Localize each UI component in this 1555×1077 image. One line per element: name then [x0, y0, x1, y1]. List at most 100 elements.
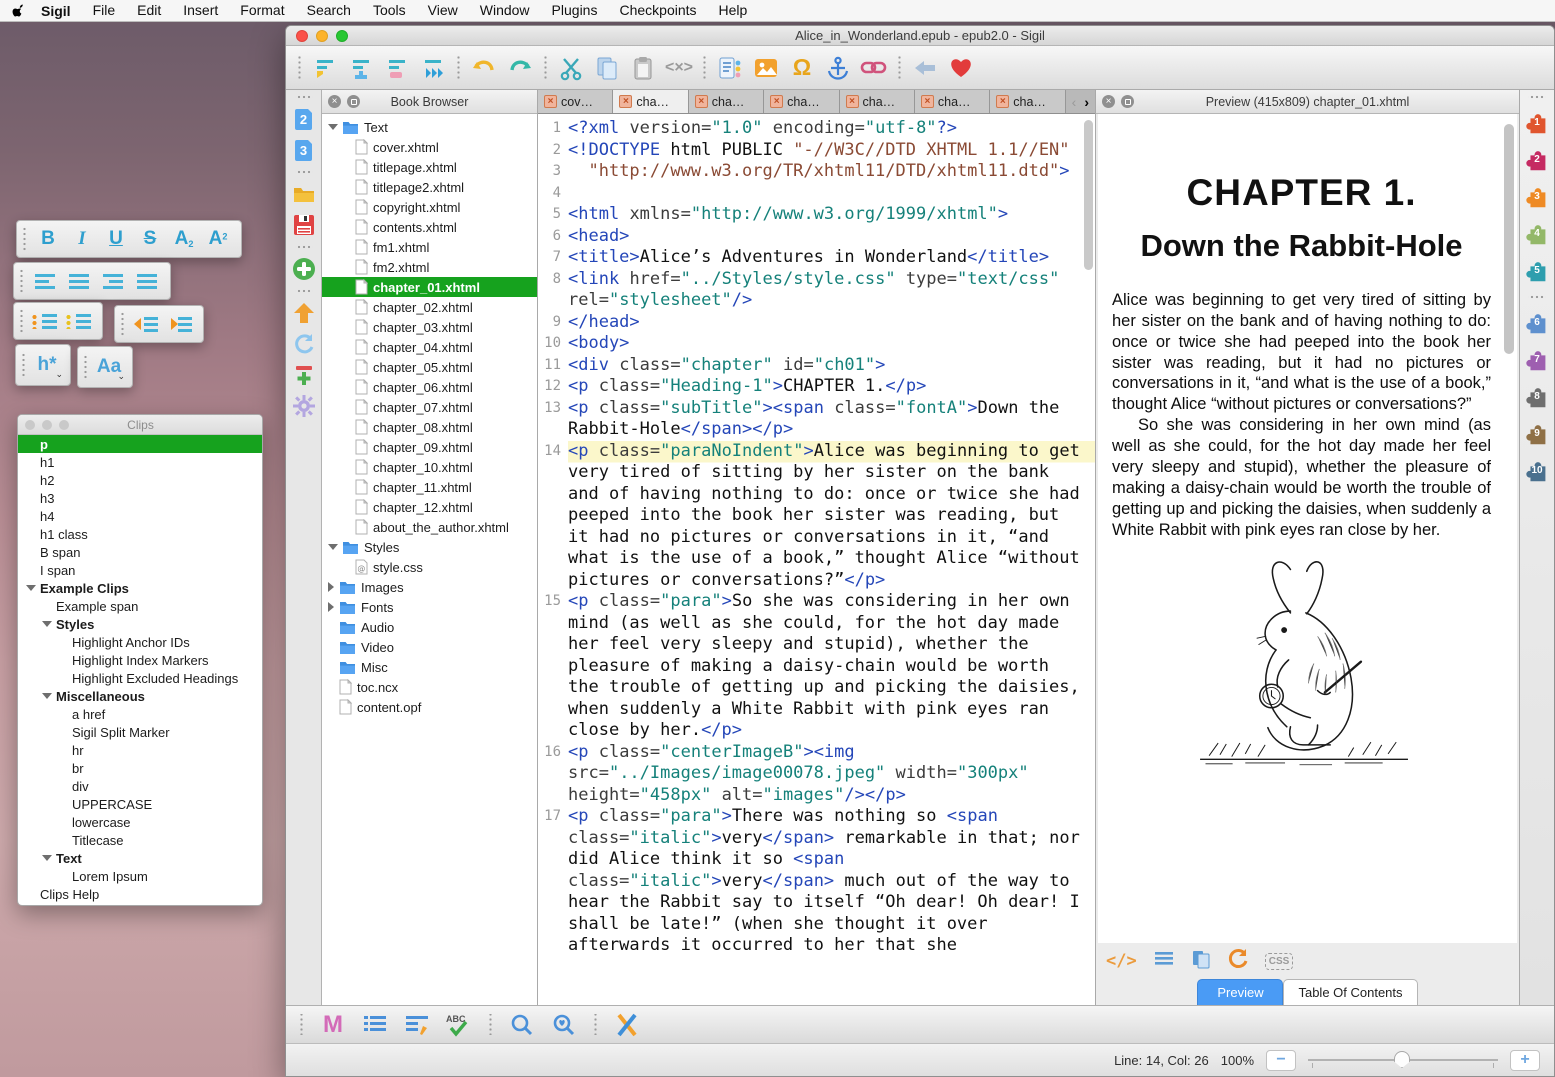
menu-item-file[interactable]: File: [93, 2, 116, 18]
code-text[interactable]: <p class="paraNoIndent">Alice was beginn…: [568, 441, 1095, 592]
drag-handle-icon[interactable]: [18, 269, 25, 293]
tab-scroll-left-icon[interactable]: ‹: [1072, 94, 1077, 110]
editor-tab-6[interactable]: ×cha…: [990, 90, 1065, 113]
clip-item-lorem-ipsum[interactable]: Lorem Ipsum: [18, 867, 262, 885]
code-line-6[interactable]: 6<head>: [538, 226, 1095, 248]
tree-item-styles[interactable]: Styles: [322, 537, 537, 557]
code-text[interactable]: <p class="para">So she was considering i…: [568, 591, 1095, 742]
menu-item-edit[interactable]: Edit: [137, 2, 161, 18]
preview-content[interactable]: CHAPTER 1. Down the Rabbit-Hole Alice wa…: [1098, 114, 1517, 943]
close-panel-icon[interactable]: ×: [328, 95, 341, 108]
tree-item-images[interactable]: Images: [322, 577, 537, 597]
code-text[interactable]: <body>: [568, 333, 1095, 355]
code-line-13[interactable]: 13<p class="subTitle"><span class="fontA…: [538, 398, 1095, 441]
zoom-slider[interactable]: [1308, 1050, 1498, 1070]
donate-heart-icon[interactable]: [945, 52, 977, 84]
clip-item-example-clips[interactable]: Example Clips: [18, 579, 262, 597]
collapse-arrow-icon[interactable]: [328, 602, 334, 612]
toc-list-icon[interactable]: [1153, 950, 1175, 973]
preview-tab-preview[interactable]: Preview: [1197, 979, 1283, 1005]
plugin-2-icon[interactable]: 2: [1523, 146, 1551, 174]
clip-item-example-span[interactable]: Example span: [18, 597, 262, 615]
special-character-icon[interactable]: Ω: [786, 52, 818, 84]
outdent-button[interactable]: [129, 309, 163, 339]
tree-item-chapter-07-xhtml[interactable]: chapter_07.xhtml: [322, 397, 537, 417]
preview-tab-table-of-contents[interactable]: Table Of Contents: [1283, 979, 1417, 1005]
spellcheck-icon[interactable]: ABC: [443, 1009, 475, 1041]
zoom-in-button[interactable]: +: [1510, 1050, 1540, 1071]
clip-item-clips-help[interactable]: Clips Help: [18, 885, 262, 903]
clip-item-p[interactable]: p: [18, 435, 262, 453]
editor-tab-0[interactable]: ×cov…: [538, 90, 613, 113]
split-section-before-icon[interactable]: [309, 52, 341, 84]
tree-item-chapter-08-xhtml[interactable]: chapter_08.xhtml: [322, 417, 537, 437]
tree-item-content-opf[interactable]: content.opf: [322, 697, 537, 717]
css-file-icon[interactable]: CSS: [1265, 953, 1294, 970]
align-center-button[interactable]: [62, 266, 96, 296]
preview-horizontal-scrollbar[interactable]: [1102, 879, 1497, 887]
plugin-5-icon[interactable]: 5: [1523, 257, 1551, 285]
menu-item-tools[interactable]: Tools: [373, 2, 406, 18]
superscript-button[interactable]: A2: [201, 224, 235, 254]
clip-item-h1-class[interactable]: h1 class: [18, 525, 262, 543]
drag-handle-icon[interactable]: [82, 353, 89, 381]
italic-button[interactable]: I: [65, 224, 99, 254]
editor-vertical-scrollbar[interactable]: [1084, 120, 1093, 270]
find-icon[interactable]: [506, 1009, 538, 1041]
bold-button[interactable]: B: [31, 224, 65, 254]
zoom-icon[interactable]: [59, 420, 69, 430]
menu-item-help[interactable]: Help: [719, 2, 748, 18]
heading-menu-button[interactable]: h*⌄: [30, 350, 64, 380]
expand-arrow-icon[interactable]: [42, 693, 52, 699]
drag-handle-icon[interactable]: [18, 309, 25, 333]
clip-item-styles[interactable]: Styles: [18, 615, 262, 633]
split-at-cursor-icon[interactable]: [291, 363, 317, 387]
subscript-button[interactable]: A2: [167, 224, 201, 254]
code-text[interactable]: </head>: [568, 312, 1095, 334]
insert-section-icon[interactable]: [345, 52, 377, 84]
split-at-markers-icon[interactable]: [417, 52, 449, 84]
window-title-bar[interactable]: Alice_in_Wonderland.epub - epub2.0 - Sig…: [286, 26, 1554, 46]
clip-item-titlecase[interactable]: Titlecase: [18, 831, 262, 849]
code-line-7[interactable]: 7<title>Alice’s Adventures in Wonderland…: [538, 247, 1095, 269]
refresh-icon[interactable]: [1227, 948, 1249, 975]
tree-item-text[interactable]: Text: [322, 117, 537, 137]
tree-item-chapter-06-xhtml[interactable]: chapter_06.xhtml: [322, 377, 537, 397]
code-text[interactable]: <p class="centerImageB"><img src="../Ima…: [568, 742, 1095, 807]
code-text[interactable]: "http://www.w3.org/TR/xhtml11/DTD/xhtml1…: [568, 161, 1095, 183]
underline-button[interactable]: U: [99, 224, 133, 254]
paste-icon[interactable]: [627, 52, 659, 84]
find-replace-icon[interactable]: [548, 1009, 580, 1041]
code-text[interactable]: <?xml version="1.0" encoding="utf-8"?>: [568, 118, 1095, 140]
numbered-list-button[interactable]: [62, 306, 96, 336]
align-left-button[interactable]: [28, 266, 62, 296]
code-line-2[interactable]: 2<!DOCTYPE html PUBLIC "-//W3C//DTD XHTM…: [538, 140, 1095, 162]
editor-tab-2[interactable]: ×cha…: [689, 90, 764, 113]
tree-item-chapter-05-xhtml[interactable]: chapter_05.xhtml: [322, 357, 537, 377]
link-icon[interactable]: [858, 52, 890, 84]
plugin-7-icon[interactable]: 7: [1523, 346, 1551, 374]
code-text[interactable]: <div class="chapter" id="ch01">: [568, 355, 1095, 377]
menu-item-window[interactable]: Window: [480, 2, 530, 18]
anchor-icon[interactable]: [822, 52, 854, 84]
plugin-8-icon[interactable]: 8: [1523, 383, 1551, 411]
clip-item-miscellaneous[interactable]: Miscellaneous: [18, 687, 262, 705]
menu-item-format[interactable]: Format: [240, 2, 284, 18]
tree-item-titlepage2-xhtml[interactable]: titlepage2.xhtml: [322, 177, 537, 197]
redo-icon[interactable]: [504, 52, 536, 84]
code-line-16[interactable]: 16<p class="centerImageB"><img src="../I…: [538, 742, 1095, 807]
clip-item-h3[interactable]: h3: [18, 489, 262, 507]
code-text[interactable]: <title>Alice’s Adventures in Wonderland<…: [568, 247, 1095, 269]
menu-item-insert[interactable]: Insert: [183, 2, 218, 18]
copy-document-icon[interactable]: [1191, 949, 1211, 974]
align-right-button[interactable]: [96, 266, 130, 296]
code-text[interactable]: <p class="Heading-1">CHAPTER 1.</p>: [568, 376, 1095, 398]
tree-item-fm2-xhtml[interactable]: fm2.xhtml: [322, 257, 537, 277]
tree-item-style-css[interactable]: @style.css: [322, 557, 537, 577]
clip-item-highlight-anchor-ids[interactable]: Highlight Anchor IDs: [18, 633, 262, 651]
preview-vertical-scrollbar[interactable]: [1504, 124, 1514, 354]
code-text[interactable]: <p class="para">There was nothing so <sp…: [568, 806, 1095, 957]
collapse-arrow-icon[interactable]: [328, 582, 334, 592]
code-line-15[interactable]: 15<p class="para">So she was considering…: [538, 591, 1095, 742]
expand-arrow-icon[interactable]: [42, 855, 52, 861]
